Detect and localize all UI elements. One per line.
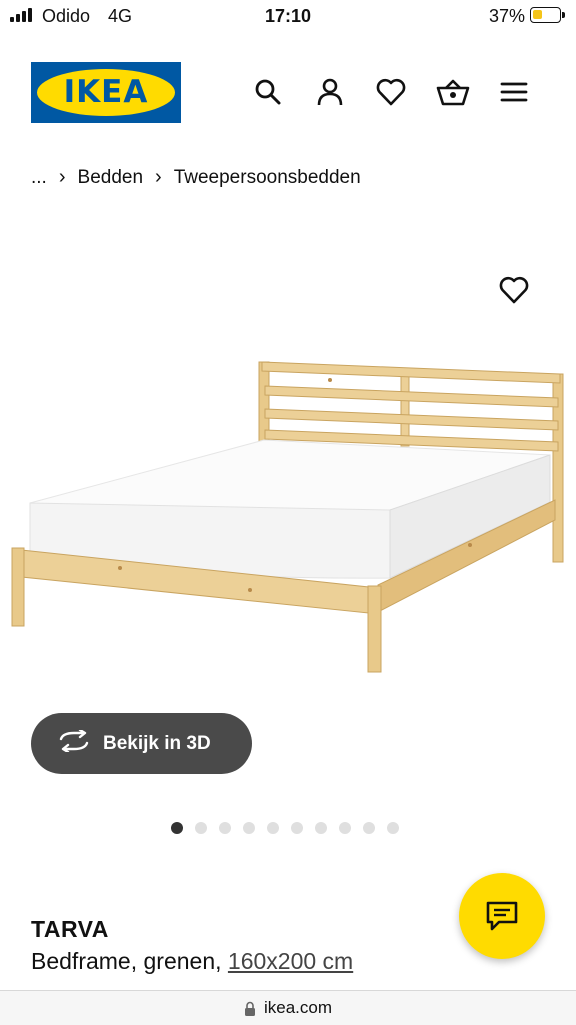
carousel-dot[interactable] bbox=[243, 822, 255, 834]
rotate-3d-icon bbox=[57, 728, 91, 757]
product-description: Bedframe, grenen, 160x200 cm bbox=[31, 948, 353, 975]
url-domain: ikea.com bbox=[263, 998, 333, 1017]
menu-icon[interactable] bbox=[496, 74, 532, 110]
view-in-3d-button[interactable]: Bekijk in 3D bbox=[31, 713, 252, 774]
product-description-text: Bedframe, grenen, bbox=[31, 948, 228, 974]
ikea-logo[interactable]: IKEA bbox=[31, 62, 181, 123]
status-bar: Odido 4G 17:10 37% bbox=[0, 0, 576, 34]
battery-level bbox=[533, 10, 542, 19]
product-image[interactable] bbox=[0, 300, 576, 700]
breadcrumb-item-tweepersoonsbedden[interactable]: Tweepersoonsbedden bbox=[174, 167, 361, 189]
battery-icon bbox=[530, 7, 565, 23]
carousel-dot[interactable] bbox=[267, 822, 279, 834]
chat-icon bbox=[486, 901, 518, 931]
chevron-right-icon: › bbox=[58, 166, 66, 188]
search-icon[interactable] bbox=[250, 74, 286, 110]
carousel-dot[interactable] bbox=[339, 822, 351, 834]
chat-button[interactable] bbox=[459, 873, 545, 959]
basket-icon[interactable] bbox=[435, 74, 471, 110]
favorite-heart-icon[interactable] bbox=[496, 272, 532, 308]
carousel-dot[interactable] bbox=[291, 822, 303, 834]
carousel-dot[interactable] bbox=[171, 822, 183, 834]
battery-percentage: 37% bbox=[489, 6, 526, 26]
breadcrumb: ... › Bedden › Tweepersoonsbedden bbox=[31, 166, 361, 189]
carousel-dot[interactable] bbox=[195, 822, 207, 834]
carousel-dot[interactable] bbox=[315, 822, 327, 834]
product-size-link[interactable]: 160x200 cm bbox=[228, 948, 353, 974]
breadcrumb-ellipsis[interactable]: ... bbox=[31, 167, 47, 189]
lock-icon bbox=[244, 1001, 256, 1016]
chevron-right-icon: › bbox=[155, 166, 162, 188]
heart-icon[interactable] bbox=[373, 74, 409, 110]
carousel-dot[interactable] bbox=[363, 822, 375, 834]
browser-url-bar[interactable]: ikea.com bbox=[0, 990, 576, 1025]
product-name: TARVA bbox=[31, 916, 109, 942]
carousel-dot[interactable] bbox=[219, 822, 231, 834]
view-in-3d-label: Bekijk in 3D bbox=[103, 732, 211, 754]
carousel-dots bbox=[171, 822, 399, 834]
user-icon[interactable] bbox=[312, 74, 348, 110]
breadcrumb-item-bedden[interactable]: Bedden bbox=[78, 167, 144, 189]
logo-text: IKEA bbox=[63, 74, 149, 110]
carousel-dot[interactable] bbox=[387, 822, 399, 834]
